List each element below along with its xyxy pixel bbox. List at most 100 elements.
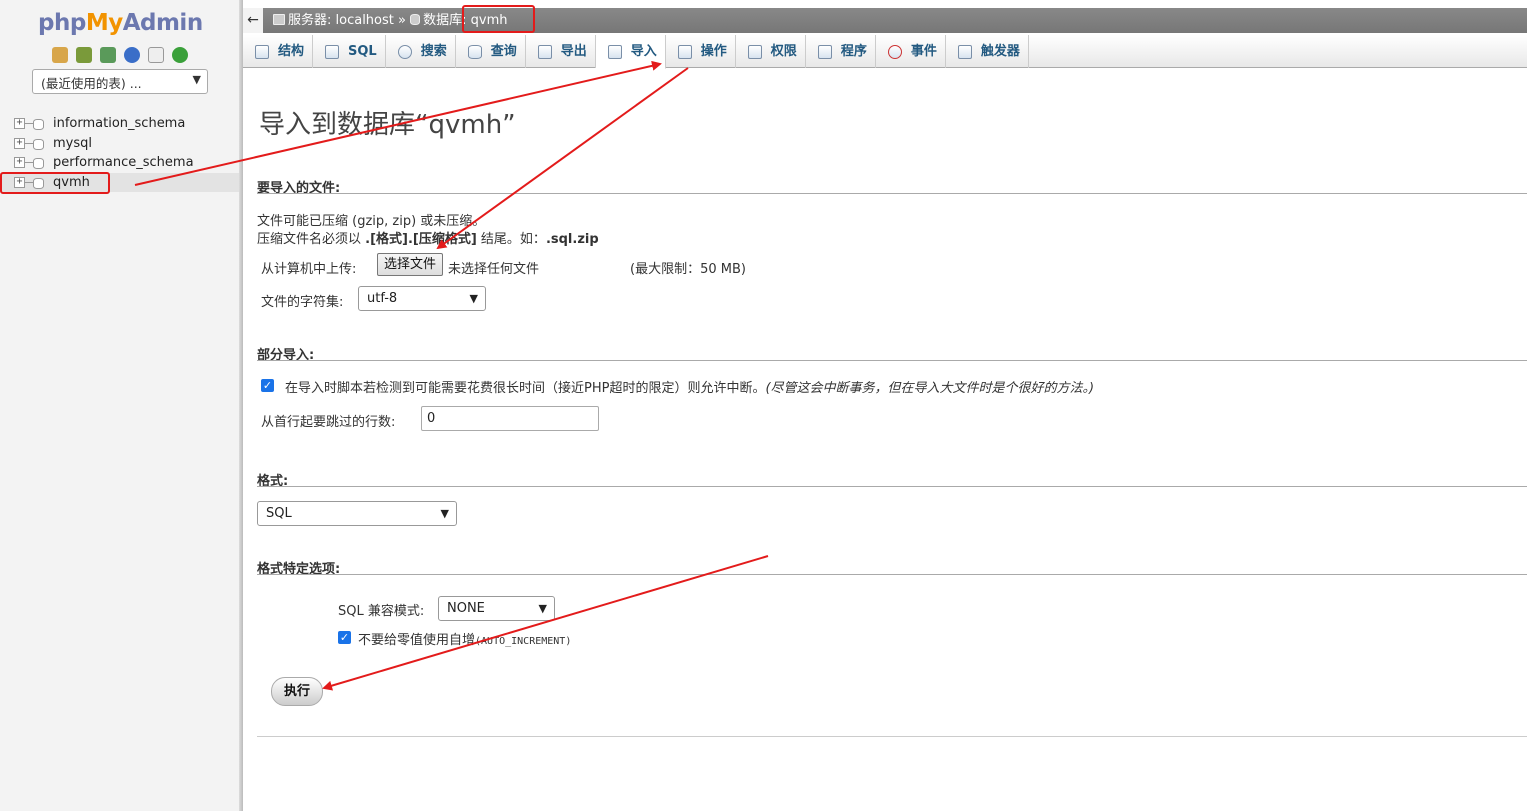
tab-label: 权限 (770, 44, 797, 59)
privileges-icon (747, 44, 762, 59)
format-value: SQL (266, 506, 292, 521)
database-item-performance-schema[interactable]: + performance_schema (0, 153, 239, 173)
database-icon (410, 14, 421, 25)
tab-import[interactable]: 导入 (595, 35, 666, 69)
section-divider (257, 193, 1527, 194)
upload-label: 从计算机中上传: (261, 262, 357, 277)
no-file-chosen: 未选择任何文件 (448, 262, 540, 277)
phpmyadmin-logo[interactable]: phpMyAdmin (38, 10, 203, 36)
tab-label: 事件 (910, 44, 937, 59)
tab-label: 导出 (560, 44, 587, 59)
choose-file-button[interactable]: 选择文件 (377, 253, 444, 276)
chevron-down-icon: ▼ (440, 507, 449, 520)
expand-icon[interactable]: + (14, 118, 25, 129)
nav-resize-handle[interactable] (239, 0, 243, 811)
tab-label: 结构 (278, 44, 305, 59)
sql-compat-value: NONE (447, 601, 485, 616)
triggers-icon (957, 44, 972, 59)
filename-note-mid: 结尾。如： (476, 232, 546, 247)
recent-tables-value: (最近使用的表) ... (41, 76, 142, 91)
no-auto-value-text: 不要给零值使用自增 (358, 633, 476, 648)
sql-icon (325, 44, 340, 59)
filename-note-format: .[格式].[压缩格式] (365, 232, 477, 247)
structure-icon (255, 44, 269, 59)
breadcrumb: ← 服务器: localhost » 数据库: qvmh (243, 8, 1527, 33)
tab-label: 操作 (700, 44, 727, 59)
charset-value: utf-8 (367, 291, 398, 306)
skip-rows-input[interactable]: 0 (421, 406, 599, 431)
charset-label: 文件的字符集: (261, 295, 344, 310)
compression-note: 文件可能已压缩 (gzip, zip) 或未压缩。 (257, 214, 486, 229)
home-icon[interactable] (52, 47, 68, 63)
tab-label: 搜索 (420, 44, 447, 59)
no-auto-value-label[interactable]: 不要给零值使用自增(AUTO_INCREMENT) (358, 629, 571, 648)
annotation-box-breadcrumb (462, 5, 535, 33)
search-icon (397, 44, 412, 59)
tab-export[interactable]: 导出 (526, 35, 596, 68)
breadcrumb-server[interactable]: 服务器: localhost (288, 13, 394, 28)
collapse-nav-button[interactable]: ← (243, 8, 263, 33)
expand-icon[interactable]: + (14, 137, 25, 149)
routines-icon (817, 44, 832, 59)
tab-sql[interactable]: SQL (313, 35, 386, 68)
breadcrumb-separator: » (398, 13, 406, 28)
nav-icon-bar (52, 47, 188, 63)
skip-rows-label: 从首行起要跳过的行数: (261, 415, 396, 430)
help-icon[interactable] (124, 47, 140, 63)
no-auto-value-checkbox[interactable]: ✓ (338, 631, 351, 644)
page-title: 导入到数据库“qvmh” (259, 110, 516, 140)
tab-query[interactable]: 查询 (456, 35, 526, 68)
tab-events[interactable]: 事件 (876, 35, 946, 68)
database-icon (33, 158, 44, 169)
tab-privileges[interactable]: 权限 (736, 35, 806, 68)
filename-note: 压缩文件名必须以 .[格式].[压缩格式] 结尾。如：.sql.zip (257, 228, 599, 247)
docs-icon[interactable] (148, 47, 164, 63)
database-name[interactable]: performance_schema (53, 155, 194, 170)
query-window-icon[interactable] (100, 47, 116, 63)
recent-tables-select[interactable]: (最近使用的表) ... ▼ (32, 69, 208, 94)
reload-icon[interactable] (172, 47, 188, 63)
sql-compat-select[interactable]: NONE ▼ (438, 596, 555, 621)
arrow-to-go-button (322, 555, 769, 691)
chevron-down-icon: ▼ (192, 73, 201, 86)
expand-icon[interactable]: + (14, 157, 25, 168)
exit-icon[interactable] (76, 47, 92, 63)
server-icon (273, 14, 285, 25)
database-icon (33, 138, 44, 150)
sql-compat-label: SQL 兼容模式: (338, 604, 425, 619)
filename-note-prefix: 压缩文件名必须以 (257, 232, 366, 247)
allow-interrupt-hint: (尽管这会中断事务，但在导入大文件时是个很好的方法。) (765, 381, 1095, 396)
tab-structure[interactable]: 结构 (243, 35, 314, 68)
import-icon (607, 44, 622, 59)
tab-label: 导入 (630, 44, 657, 59)
tab-label: 触发器 (980, 44, 1020, 59)
section-divider (257, 486, 1527, 487)
database-name[interactable]: information_schema (53, 116, 185, 131)
go-button[interactable]: 执行 (271, 677, 323, 706)
wrench-icon (677, 44, 692, 59)
events-icon (887, 44, 902, 59)
navigation-panel: phpMyAdmin (最近使用的表) ... ▼ + information_… (0, 0, 241, 811)
tab-search[interactable]: 搜索 (386, 35, 456, 68)
tab-operations[interactable]: 操作 (666, 35, 736, 68)
section-divider (257, 574, 1527, 575)
tab-label: 查询 (490, 44, 517, 59)
tab-triggers[interactable]: 触发器 (946, 35, 1029, 68)
allow-interrupt-text: 在导入时脚本若检测到可能需要花费很长时间（接近PHP超时的限定）则允许中断。 (285, 381, 766, 396)
tab-routines[interactable]: 程序 (806, 35, 876, 68)
export-icon (537, 44, 552, 59)
tab-bar: 结构 SQL 搜索 查询 导出 导入 操作 权限 程序 事件 触发器 (243, 35, 1527, 69)
filename-note-example: .sql.zip (545, 232, 599, 247)
allow-interrupt-checkbox[interactable]: ✓ (261, 379, 274, 392)
section-divider (257, 736, 1527, 737)
charset-select[interactable]: utf-8 ▼ (358, 286, 486, 311)
query-icon (467, 44, 482, 59)
database-item-mysql[interactable]: + mysql (0, 134, 239, 154)
database-icon (33, 119, 44, 130)
database-item-information-schema[interactable]: + information_schema (0, 114, 239, 134)
format-select[interactable]: SQL ▼ (257, 501, 457, 526)
allow-interrupt-label[interactable]: 在导入时脚本若检测到可能需要花费很长时间（接近PHP超时的限定）则允许中断。(尽… (285, 377, 1094, 396)
no-auto-value-code: (AUTO_INCREMENT) (475, 636, 572, 647)
tab-label: 程序 (840, 44, 867, 59)
database-name[interactable]: mysql (53, 136, 92, 151)
